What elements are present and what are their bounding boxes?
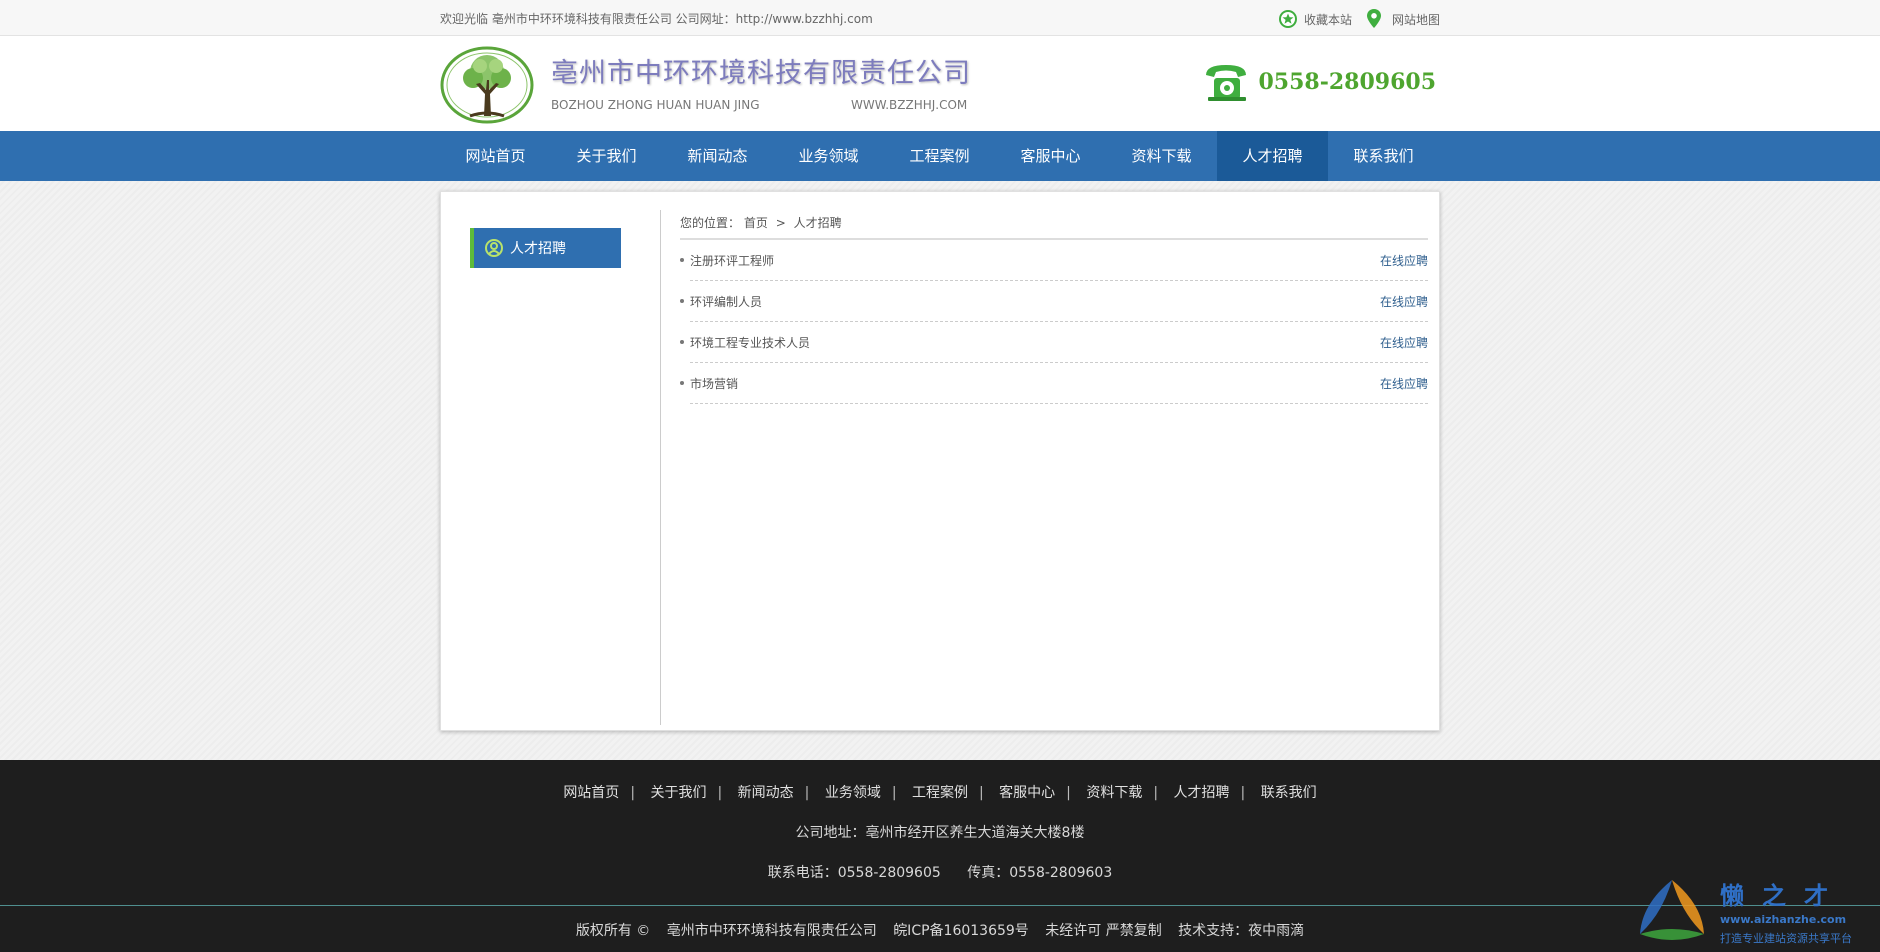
breadcrumb-current: 人才招聘 (793, 216, 842, 230)
breadcrumb-prefix: 您的位置： (680, 216, 741, 230)
favorite-link[interactable]: 收藏本站 (1278, 9, 1352, 29)
footer-separator: | (891, 785, 897, 801)
tree-logo-icon[interactable] (440, 46, 534, 124)
list-item: 环境工程专业技术人员 在线应聘 (680, 322, 1428, 363)
company-website: WWW.BZZHHJ.COM (851, 98, 968, 112)
footer-link-home[interactable]: 网站首页 (563, 785, 619, 801)
telephone-icon (1206, 65, 1247, 101)
footer-link-business[interactable]: 业务领域 (825, 785, 881, 801)
sitemap-link[interactable]: 网站地图 (1362, 8, 1440, 30)
footer-separator: | (1066, 785, 1071, 801)
footer-divider (0, 905, 1880, 906)
footer-phone: 联系电话：0558-2809605 (767, 865, 941, 881)
footer-separator: | (717, 785, 723, 801)
job-title[interactable]: 市场营销 (690, 375, 738, 392)
sitemap-label: 网站地图 (1391, 12, 1440, 27)
nav-item-about[interactable]: 关于我们 (551, 131, 662, 181)
footer-fax: 传真：0558-2809603 (967, 865, 1113, 881)
tech-support: 技术支持：夜中雨滴 (1178, 923, 1305, 939)
apply-online-link[interactable]: 在线应聘 (1380, 252, 1428, 269)
phone-number: 0558-2809605 (1258, 69, 1436, 95)
header: 亳州市中环环境科技有限责任公司 BOZHOU ZHONG HUAN HUAN J… (0, 36, 1880, 131)
job-list: 注册环评工程师 在线应聘 环评编制人员 在线应聘 环境工程专业技术人员 在线应聘… (680, 240, 1428, 404)
footer-link-careers[interactable]: 人才招聘 (1174, 785, 1230, 801)
nav-item-home[interactable]: 网站首页 (440, 131, 551, 181)
breadcrumb-separator: > (775, 216, 786, 230)
welcome-text: 欢迎光临 亳州市中环环境科技有限责任公司 公司网址：http://www.bzz… (440, 12, 873, 26)
job-title[interactable]: 环境工程专业技术人员 (690, 334, 810, 351)
location-pin-icon (1366, 9, 1381, 28)
nav-item-contact[interactable]: 联系我们 (1328, 131, 1439, 181)
job-title[interactable]: 注册环评工程师 (690, 252, 774, 269)
nav-item-cases[interactable]: 工程案例 (884, 131, 995, 181)
watermark-title: 懒之才 (1720, 881, 1846, 910)
apply-online-link[interactable]: 在线应聘 (1380, 293, 1428, 310)
footer-link-news[interactable]: 新闻动态 (738, 785, 794, 801)
vertical-divider (660, 210, 661, 725)
watermark-slogan: 打造专业建站资源共享平台 (1720, 932, 1852, 945)
footer-separator: | (979, 785, 984, 801)
watermark: 懒之才 www.aizhanzhe.com 打造专业建站资源共享平台 (1632, 874, 1872, 948)
main-nav: 网站首页 关于我们 新闻动态 业务领域 工程案例 客服中心 资料下载 人才招聘 … (0, 131, 1880, 181)
favorite-label: 收藏本站 (1303, 12, 1352, 27)
nav-item-service[interactable]: 客服中心 (995, 131, 1106, 181)
apply-online-link[interactable]: 在线应聘 (1380, 375, 1428, 392)
footer-copyright: 版权所有 © 亳州市中环环境科技有限责任公司 皖ICP备16013659号 未经… (0, 920, 1880, 940)
content-area: 您的位置： 首页 > 人才招聘 注册环评工程师 在线应聘 环评编制人员 在线应聘… (680, 208, 1428, 404)
sidebar-title-label: 人才招聘 (510, 241, 566, 257)
footer-address: 公司地址：亳州市经开区养生大道海关大楼8楼 (795, 825, 1085, 841)
nav-item-news[interactable]: 新闻动态 (662, 131, 773, 181)
recruit-icon (485, 239, 503, 257)
watermark-logo-icon (1640, 880, 1704, 940)
footer-links: 网站首页 | 关于我们 | 新闻动态 | 业务领域 | 工程案例 | 客服中心 | 资料下载… (0, 782, 1880, 802)
company-name: 亳州市中环环境科技有限责任公司 (551, 58, 971, 89)
footer: 网站首页 | 关于我们 | 新闻动态 | 业务领域 | 工程案例 | 客服中心 | 资料下载… (0, 760, 1880, 952)
top-bar: 欢迎光临 亳州市中环环境科技有限责任公司 公司网址：http://www.bzz… (0, 0, 1880, 36)
footer-separator: | (804, 785, 810, 801)
footer-separator: | (630, 785, 636, 801)
main-area: 人才招聘 您的位置： 首页 > 人才招聘 注册环评工程师 在线应聘 环评编制人员… (0, 181, 1880, 761)
footer-separator: | (1153, 785, 1159, 801)
footer-link-downloads[interactable]: 资料下载 (1086, 785, 1142, 801)
sidebar-title[interactable]: 人才招聘 (470, 228, 621, 268)
company-en: BOZHOU ZHONG HUAN HUAN JING (551, 98, 760, 112)
footer-link-cases[interactable]: 工程案例 (912, 785, 968, 801)
list-item: 环评编制人员 在线应聘 (680, 281, 1428, 322)
phone-block: 0558-2809605 (1202, 61, 1436, 103)
icp-number[interactable]: 皖ICP备16013659号 (893, 923, 1029, 939)
copy-notice: 未经许可 严禁复制 (1045, 923, 1162, 939)
content-card: 人才招聘 您的位置： 首页 > 人才招聘 注册环评工程师 在线应聘 环评编制人员… (440, 191, 1440, 731)
watermark-url: www.aizhanzhe.com (1720, 913, 1847, 926)
breadcrumb-home[interactable]: 首页 (744, 216, 768, 230)
copyright-company: 亳州市中环环境科技有限责任公司 (666, 923, 877, 939)
nav-item-careers[interactable]: 人才招聘 (1217, 131, 1328, 181)
apply-online-link[interactable]: 在线应聘 (1380, 334, 1428, 351)
nav-item-business[interactable]: 业务领域 (773, 131, 884, 181)
job-title[interactable]: 环评编制人员 (690, 293, 762, 310)
top-links: 收藏本站 网站地图 (1268, 8, 1440, 30)
list-item: 注册环评工程师 在线应聘 (680, 240, 1428, 281)
star-icon (1278, 10, 1297, 28)
footer-contact: 联系电话：0558-2809605 传真：0558-2809603 (0, 862, 1880, 882)
copyright-text: 版权所有 © (575, 923, 651, 939)
breadcrumb: 您的位置： 首页 > 人才招聘 (680, 208, 1428, 240)
list-item: 市场营销 在线应聘 (680, 363, 1428, 404)
footer-link-about[interactable]: 关于我们 (650, 785, 706, 801)
footer-separator: | (1240, 785, 1246, 801)
footer-link-service[interactable]: 客服中心 (999, 785, 1055, 801)
nav-item-downloads[interactable]: 资料下载 (1106, 131, 1217, 181)
footer-link-contact[interactable]: 联系我们 (1261, 785, 1317, 801)
